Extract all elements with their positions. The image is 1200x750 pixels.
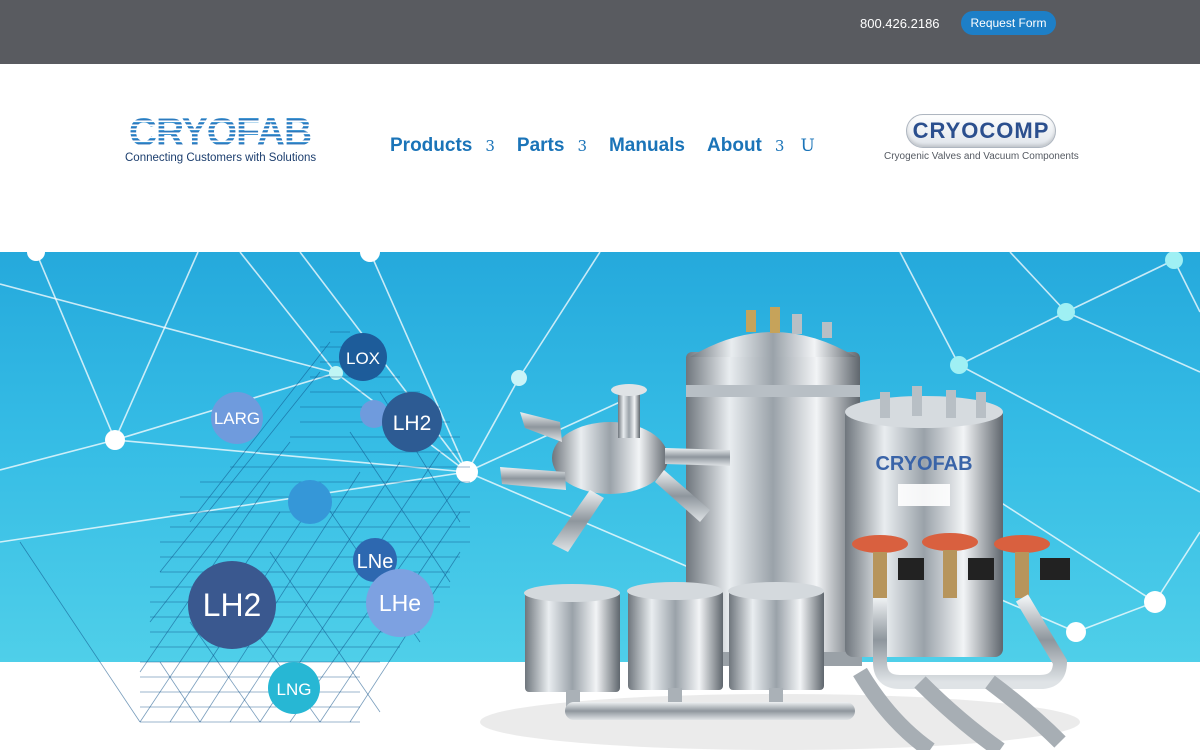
svg-text:LNe: LNe (357, 551, 394, 573)
chevron-down-icon: 3 (577, 137, 587, 155)
product-photo: CRYOFAB (480, 307, 1080, 750)
cryocomp-tagline: Cryogenic Valves and Vacuum Components (884, 151, 1079, 162)
nav-manuals[interactable]: Manuals (609, 135, 685, 157)
cryofab-logo[interactable]: CRYOFAB Connecting Customers with Soluti… (124, 114, 316, 166)
nav-products[interactable]: Products 3 (390, 135, 495, 157)
svg-text:LHe: LHe (379, 590, 421, 616)
nav-about[interactable]: About 3 (707, 135, 784, 157)
svg-text:LOX: LOX (346, 349, 380, 368)
svg-text:CRYOFAB: CRYOFAB (129, 114, 311, 150)
cryocomp-wordmark: CRYOCOMP (912, 118, 1050, 143)
top-bar: 800.426.2186 Request Form (0, 0, 1200, 64)
svg-text:LARG: LARG (214, 409, 260, 428)
svg-text:CRYOFAB: CRYOFAB (875, 453, 972, 475)
nav-manuals-label: Manuals (608, 135, 686, 156)
nav-parts-label: Parts (516, 135, 565, 156)
nav-parts[interactable]: Parts 3 (517, 135, 587, 157)
nav-products-label: Products (390, 135, 473, 156)
request-form-button[interactable]: Request Form (961, 11, 1056, 35)
cryocomp-logo[interactable]: CRYOCOMP Cryogenic Valves and Vacuum Com… (884, 114, 1079, 166)
cryofab-tagline: Connecting Customers with Solutions (125, 152, 317, 164)
hero-illustration: LOX LARG LH2 LNe LH2 LHe LNG CRYOFAB (0, 252, 1200, 750)
molecule-grid (19, 331, 470, 723)
main-nav: Products 3 Parts 3 Manuals About 3 U (390, 134, 815, 158)
chevron-down-icon: 3 (774, 137, 785, 155)
nav-about-label: About (707, 135, 762, 156)
chevron-down-icon: 3 (485, 137, 495, 155)
search-icon[interactable]: U (800, 136, 814, 156)
svg-text:LH2: LH2 (393, 412, 432, 435)
svg-text:LH2: LH2 (203, 587, 262, 623)
phone-number-link[interactable]: 800.426.2186 (860, 16, 940, 31)
svg-text:LNG: LNG (277, 680, 312, 699)
cryofab-wordmark: CRYOFAB (129, 114, 312, 150)
